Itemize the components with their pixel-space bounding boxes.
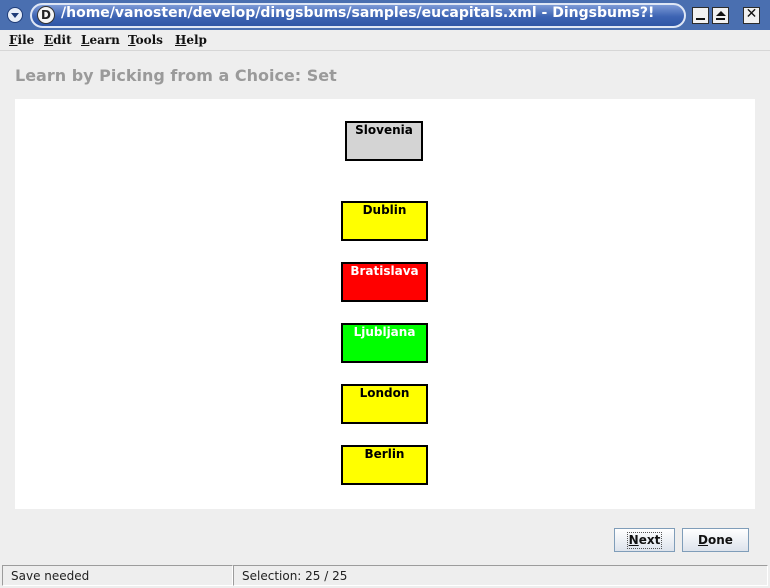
menu-file[interactable]: File — [9, 33, 34, 47]
minimize-icon[interactable] — [692, 7, 709, 24]
menu-edit[interactable]: Edit — [44, 33, 72, 47]
status-bar: Save needed Selection: 25 / 25 — [0, 563, 770, 588]
menu-bar: File Edit Learn Tools Help — [0, 31, 770, 51]
window-title: /home/vanosten/develop/dingsbums/samples… — [61, 5, 655, 21]
choice-card[interactable]: London — [341, 384, 428, 424]
menu-help[interactable]: Help — [175, 33, 207, 47]
choice-card[interactable]: Bratislava — [341, 262, 428, 302]
question-card: Slovenia — [345, 121, 423, 161]
maximize-icon[interactable] — [712, 7, 729, 24]
window-menu-icon[interactable] — [7, 7, 23, 23]
close-icon[interactable]: ✕ — [743, 6, 760, 24]
app-icon: D — [37, 6, 55, 24]
next-button[interactable]: Next — [614, 528, 675, 552]
choice-card[interactable]: Dublin — [341, 201, 428, 241]
page-title: Learn by Picking from a Choice: Set — [15, 66, 337, 85]
choice-card[interactable]: Ljubljana — [341, 323, 428, 363]
status-save: Save needed — [2, 565, 233, 586]
menu-learn[interactable]: Learn — [81, 33, 120, 47]
title-bar: D /home/vanosten/develop/dingsbums/sampl… — [0, 0, 770, 30]
menu-tools[interactable]: Tools — [128, 33, 163, 47]
status-selection: Selection: 25 / 25 — [233, 565, 768, 586]
done-button[interactable]: Done — [682, 528, 749, 552]
choice-card[interactable]: Berlin — [341, 445, 428, 485]
